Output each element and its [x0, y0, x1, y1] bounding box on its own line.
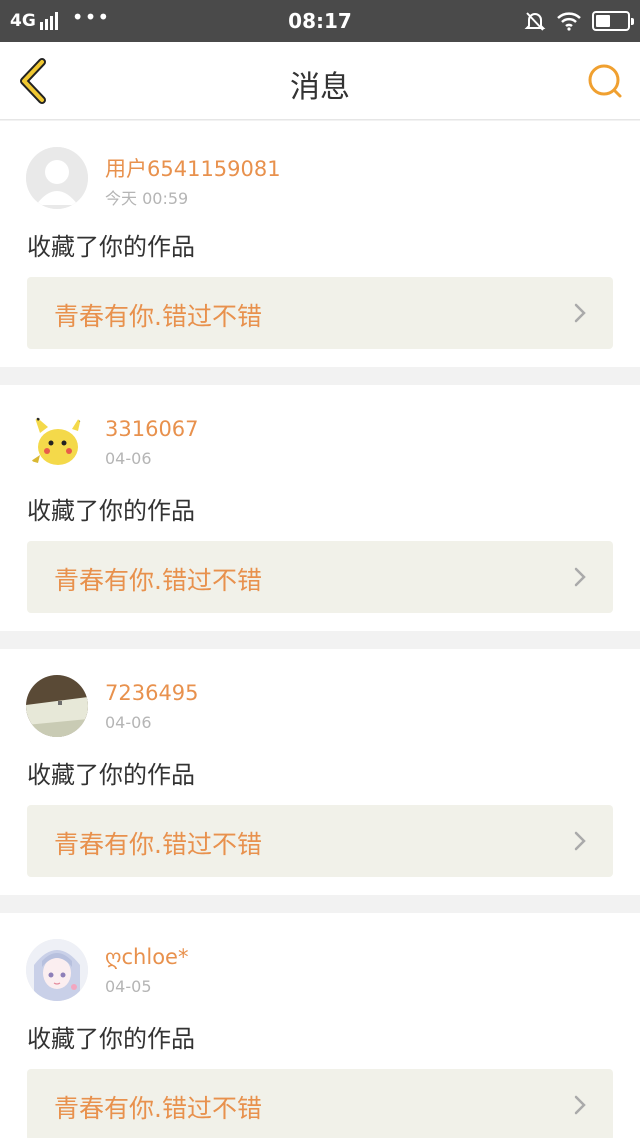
chevron-right-icon — [574, 303, 586, 323]
work-title: 青春有你.错过不错 — [54, 302, 262, 331]
status-bar: 4G ••• 08:17 — [0, 0, 640, 42]
action-text: 收藏了你的作品 — [27, 233, 195, 261]
message-card: 用户6541159081 今天 00:59 收藏了你的作品 青春有你.错过不错 — [0, 121, 640, 367]
work-link[interactable]: 青春有你.错过不错 — [27, 805, 613, 877]
action-text: 收藏了你的作品 — [27, 761, 195, 789]
photo-avatar-icon — [26, 675, 88, 737]
avatar[interactable] — [26, 939, 88, 1001]
message-date: 今天 00:59 — [105, 189, 189, 208]
chevron-right-icon — [574, 1095, 586, 1115]
page-title: 消息 — [290, 70, 350, 105]
avatar[interactable] — [26, 147, 88, 209]
username[interactable]: 7236495 — [105, 681, 199, 705]
avatar[interactable] — [26, 411, 88, 473]
action-text: 收藏了你的作品 — [27, 1025, 195, 1053]
chevron-right-icon — [574, 831, 586, 851]
message-date: 04-05 — [105, 977, 152, 996]
username[interactable]: 用户6541159081 — [105, 153, 281, 183]
message-date: 04-06 — [105, 449, 152, 468]
username[interactable]: 3316067 — [105, 417, 199, 441]
mute-bell-icon — [524, 12, 546, 31]
pikachu-avatar-icon — [26, 411, 88, 473]
username[interactable]: ღchloe* — [105, 945, 188, 969]
avatar[interactable] — [26, 675, 88, 737]
work-link[interactable]: 青春有你.错过不错 — [27, 1069, 613, 1138]
chevron-right-icon — [574, 567, 586, 587]
default-avatar-icon — [26, 147, 88, 209]
work-title: 青春有你.错过不错 — [54, 1094, 262, 1123]
message-card: ღchloe* 04-05 收藏了你的作品 青春有你.错过不错 — [0, 913, 640, 1138]
message-card: 7236495 04-06 收藏了你的作品 青春有你.错过不错 — [0, 649, 640, 895]
search-icon[interactable] — [586, 60, 626, 100]
work-link[interactable]: 青春有你.错过不错 — [27, 277, 613, 349]
battery-icon — [592, 11, 634, 31]
message-date: 04-06 — [105, 713, 152, 732]
message-list: 用户6541159081 今天 00:59 收藏了你的作品 青春有你.错过不错 — [0, 121, 640, 1138]
anime-girl-avatar-icon — [26, 939, 88, 1001]
nav-bar: 消息 — [0, 42, 640, 120]
status-right — [524, 8, 634, 34]
work-title: 青春有你.错过不错 — [54, 566, 262, 595]
work-link[interactable]: 青春有你.错过不错 — [27, 541, 613, 613]
action-text: 收藏了你的作品 — [27, 497, 195, 525]
message-card: 3316067 04-06 收藏了你的作品 青春有你.错过不错 — [0, 385, 640, 631]
work-title: 青春有你.错过不错 — [54, 830, 262, 859]
wifi-icon — [557, 12, 581, 31]
